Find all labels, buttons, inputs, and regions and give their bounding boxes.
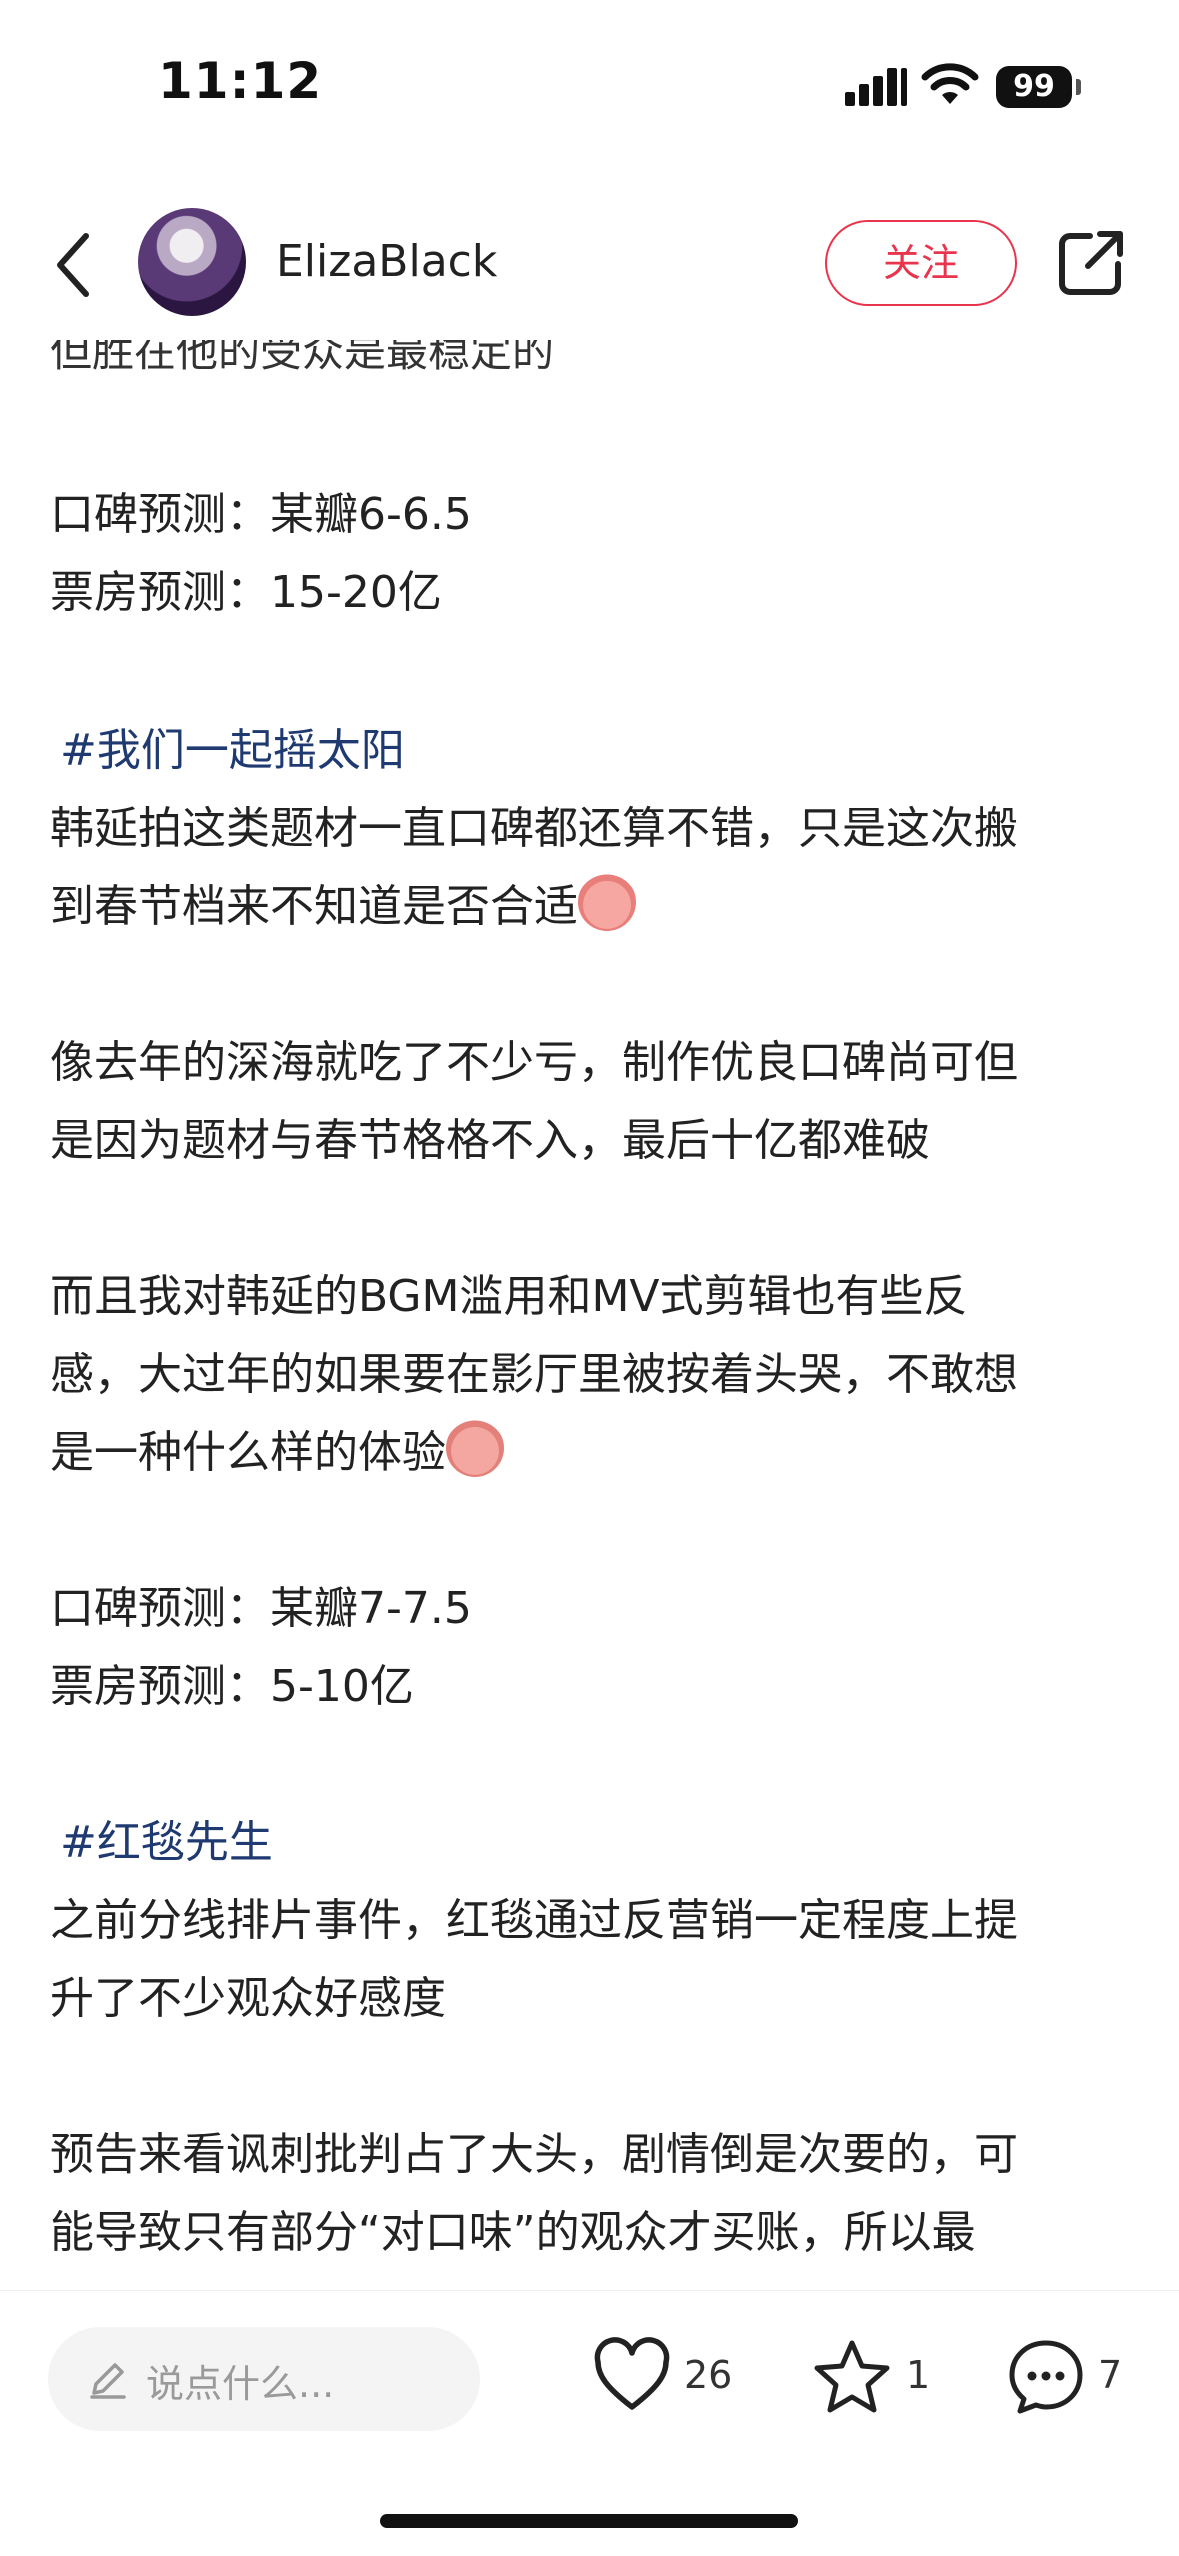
comment-count: 7 [1098, 2353, 1123, 2397]
post-text-segment: 到春节档来不知道是否合适 [50, 881, 578, 932]
comment-input[interactable]: 说点什么... [48, 2327, 480, 2431]
status-bar: 11:12 99 [0, 0, 1179, 175]
battery-icon: 99 [996, 66, 1072, 108]
wifi-icon [921, 63, 979, 104]
post-header: ElizaBlack 关注 [0, 190, 1179, 340]
comment-button[interactable]: 7 [1006, 2337, 1146, 2417]
share-icon[interactable] [1056, 228, 1126, 298]
post-text-line: 能导致只有部分“对口味”的观众才买账，所以最 [50, 2207, 976, 2258]
hashtag-link[interactable]: #我们一起摇太阳 [60, 712, 405, 790]
rating-prediction: 口碑预测：某瓣6-6.5 [50, 489, 472, 540]
heart-icon [594, 2337, 670, 2410]
favorite-count: 1 [906, 2353, 931, 2397]
comment-bubble-icon [1009, 2340, 1083, 2414]
status-time: 11:12 [158, 52, 323, 110]
post-text-line: 预告来看讽刺批判占了大头，剧情倒是次要的，可 [50, 2129, 1018, 2180]
like-count: 26 [684, 2353, 733, 2397]
post-text-line: 之前分线排片事件，红毯通过反营销一定程度上提 [50, 1895, 1018, 1946]
post-text-line: 是因为题材与春节格格不入，最后十亿都难破 [50, 1115, 930, 1166]
star-icon [814, 2340, 890, 2413]
post-body: 但胜在他的受众是最稳定的 口碑预测：某瓣6-6.5 票房预测：15-20亿 #我… [50, 320, 1140, 2290]
post-text-line: 到春节档来不知道是否合适 [50, 868, 636, 946]
author-name[interactable]: ElizaBlack [276, 236, 497, 287]
avatar[interactable] [138, 208, 246, 316]
battery-tip [1076, 79, 1081, 95]
post-text-segment: 是一种什么样的体验 [50, 1427, 446, 1478]
home-indicator[interactable] [380, 2514, 798, 2528]
comment-placeholder: 说点什么... [146, 2362, 335, 2406]
pencil-icon [90, 2363, 126, 2399]
like-button[interactable]: 26 [592, 2337, 742, 2417]
post-text-line: 像去年的深海就吃了不少亏，制作优良口碑尚可但 [50, 1037, 1018, 1088]
shocked-face-emoji-icon [446, 1419, 504, 1477]
chevron-left-icon[interactable] [48, 230, 98, 300]
post-text-line: 升了不少观众好感度 [50, 1973, 446, 2024]
post-text-line: 而且我对韩延的BGM滥用和MV式剪辑也有些反 [50, 1271, 968, 1322]
box-office-prediction: 票房预测：5-10亿 [50, 1661, 414, 1712]
cellular-signal-icon [845, 68, 907, 106]
post-text-line: 感，大过年的如果要在影厅里被按着头哭，不敢想 [50, 1349, 1018, 1400]
hashtag-link[interactable]: #红毯先生 [60, 1804, 273, 1882]
post-text-line: 是一种什么样的体验 [50, 1414, 504, 1492]
post-text-line: 韩延拍这类题材一直口碑都还算不错，只是这次搬 [50, 803, 1018, 854]
sweat-face-emoji-icon [578, 873, 636, 931]
favorite-button[interactable]: 1 [812, 2337, 942, 2417]
rating-prediction: 口碑预测：某瓣7-7.5 [50, 1583, 472, 1634]
follow-button[interactable]: 关注 [825, 220, 1017, 306]
box-office-prediction: 票房预测：15-20亿 [50, 567, 442, 618]
